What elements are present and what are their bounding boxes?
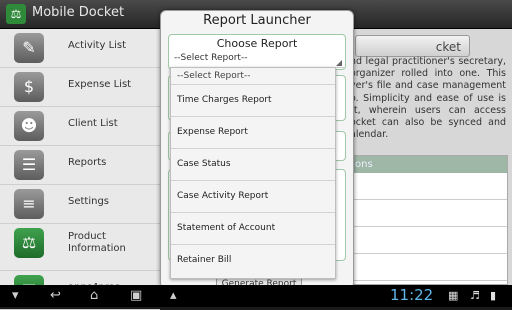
table-row[interactable]	[351, 200, 507, 227]
back-icon[interactable]: ↩	[50, 288, 61, 304]
dropdown-option[interactable]: Statement of Account	[171, 213, 335, 245]
sidebar-item-label: Product Information	[68, 231, 126, 254]
sliders-icon: ≡	[14, 189, 44, 219]
dropdown-option[interactable]: Retainer Bill	[171, 245, 335, 276]
sidebar-item-label: Settings	[68, 196, 110, 207]
table-row[interactable]	[351, 173, 507, 200]
scales-icon: ⚖	[14, 228, 44, 258]
background-table-header: ons	[351, 156, 507, 173]
report-select[interactable]: --Select Report--	[174, 53, 344, 68]
sidebar-item-label: Client List	[68, 118, 118, 129]
sidebar: ✎ Activity List $ Expense List ☻ Client …	[0, 29, 160, 310]
background-table: ons	[350, 155, 508, 285]
volume-up-icon[interactable]: ▴	[170, 288, 177, 304]
table-row[interactable]	[351, 227, 507, 254]
dropdown-option[interactable]: Expense Report	[171, 117, 335, 149]
dropdown-arrow-icon	[336, 60, 342, 66]
sidebar-item-activity-list[interactable]: ✎ Activity List	[0, 29, 160, 68]
battery-icon: ▮	[490, 289, 497, 302]
volume-down-icon[interactable]: ▾	[12, 288, 19, 304]
background-paragraph: nd legal practitioner's secretary, organ…	[350, 56, 506, 141]
sidebar-item-label: Reports	[68, 157, 107, 168]
sidebar-item-expense-list[interactable]: $ Expense List	[0, 68, 160, 107]
home-icon[interactable]: ⌂	[90, 288, 98, 304]
sidebar-item-label: Expense List	[68, 79, 132, 90]
sidebar-item-product-information[interactable]: ⚖ Product Information	[0, 224, 160, 271]
people-icon: ☻	[14, 111, 44, 141]
dialog-title: Report Launcher	[203, 13, 311, 28]
sidebar-item-reports[interactable]: ☰ Reports	[0, 146, 160, 185]
sidebar-item-client-list[interactable]: ☻ Client List	[0, 107, 160, 146]
money-icon: $	[14, 72, 44, 102]
system-navigation-bar: ▾ ↩ ⌂ ▣ ▴ 11:22 ▦ ♬ ▮	[0, 285, 512, 307]
dropdown-option[interactable]: Case Status	[171, 149, 335, 181]
report-dropdown-list: --Select Report-- Time Charges Report Ex…	[170, 67, 336, 279]
volume-icon: ♬	[470, 289, 480, 302]
documents-icon: ☰	[14, 150, 44, 180]
clock: 11:22	[390, 286, 434, 304]
choose-report-group: Choose Report --Select Report--	[168, 34, 346, 70]
recent-apps-icon[interactable]: ▣	[130, 288, 142, 304]
screenshot-icon: ▦	[448, 289, 459, 302]
dropdown-option[interactable]: Time Charges Report	[171, 85, 335, 117]
table-row[interactable]	[351, 254, 507, 281]
app-title: Mobile Docket	[32, 5, 125, 20]
report-select-value: --Select Report--	[174, 53, 248, 63]
app-icon: ⚖	[6, 4, 26, 24]
notepad-icon: ✎	[14, 33, 44, 63]
dropdown-option[interactable]: Case Activity Report	[171, 181, 335, 213]
choose-report-label: Choose Report	[216, 37, 298, 50]
dropdown-option[interactable]: --Select Report--	[171, 68, 335, 85]
sidebar-item-label: Activity List	[68, 40, 127, 51]
background-tab[interactable]: cket	[355, 35, 470, 57]
sidebar-item-settings[interactable]: ≡ Settings	[0, 185, 160, 224]
